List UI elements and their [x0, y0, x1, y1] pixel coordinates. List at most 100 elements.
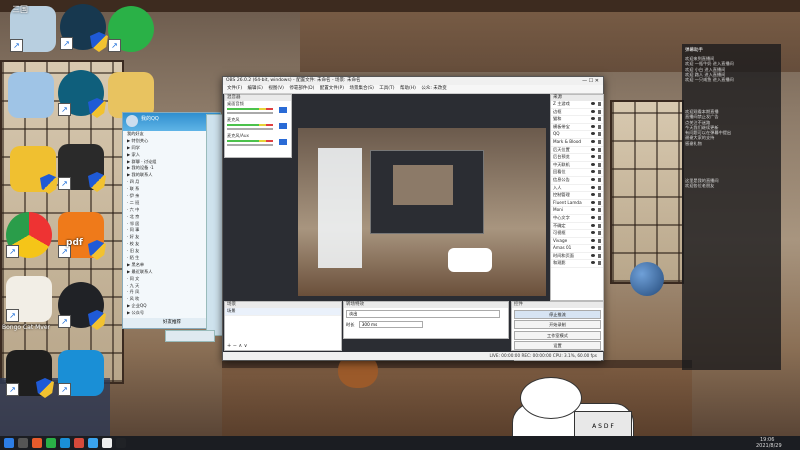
- app-icon[interactable]: [74, 438, 84, 448]
- wechat-taskbar-icon[interactable]: [46, 438, 56, 448]
- transition-select[interactable]: 淡出: [346, 310, 500, 318]
- volume-slider[interactable]: [227, 112, 273, 114]
- source-item[interactable]: 猫和: [551, 116, 603, 124]
- sources-list[interactable]: Z 主游戏 边框 猫和 横板带宝 QQ Mark & Blood 后天位置 后台预览 中天联机回…: [551, 101, 603, 269]
- source-item[interactable]: 后台预览: [551, 154, 603, 162]
- crescent-app-icon[interactable]: ↗: [6, 350, 54, 398]
- menu-profile[interactable]: 配置文件(P): [320, 86, 344, 91]
- edge-icon[interactable]: [60, 438, 70, 448]
- eye-icon[interactable]: [591, 253, 595, 257]
- lock-icon[interactable]: [598, 155, 601, 160]
- menu-view[interactable]: 视图(V): [268, 86, 284, 91]
- source-item[interactable]: 控制管理: [551, 192, 603, 200]
- lock-icon[interactable]: [598, 185, 601, 190]
- lock-icon[interactable]: [598, 215, 601, 220]
- eye-icon[interactable]: [591, 261, 595, 265]
- studio-mode-button[interactable]: 工作室模式: [514, 330, 601, 340]
- obs-taskbar-icon[interactable]: [102, 438, 112, 448]
- lock-icon[interactable]: [598, 109, 601, 114]
- lock-icon[interactable]: [598, 261, 601, 266]
- volume-slider[interactable]: [227, 144, 273, 146]
- search-icon[interactable]: [18, 438, 28, 448]
- source-item[interactable]: Amas 01: [551, 245, 603, 253]
- lock-icon[interactable]: [598, 117, 601, 122]
- preview-canvas[interactable]: [298, 128, 546, 296]
- menu-tools[interactable]: 工具(T): [379, 86, 394, 91]
- eye-icon[interactable]: [591, 200, 595, 204]
- obs-window[interactable]: OBS 26.0.2 (64-bit, windows) - 配置文件: 未命名…: [222, 76, 604, 361]
- pdf-app-icon[interactable]: ↗: [58, 212, 106, 260]
- source-item[interactable]: 横板带宝: [551, 124, 603, 132]
- file-icon[interactable]: [10, 146, 58, 194]
- wechat-icon[interactable]: ↗: [108, 6, 154, 52]
- window-controls[interactable]: — ☐ ✕: [582, 77, 599, 85]
- eye-icon[interactable]: [591, 147, 595, 151]
- lock-icon[interactable]: [598, 208, 601, 213]
- eye-icon[interactable]: [591, 139, 595, 143]
- eye-icon[interactable]: [591, 162, 595, 166]
- speaker-icon[interactable]: [279, 107, 287, 113]
- eye-icon[interactable]: [591, 215, 595, 219]
- start-icon[interactable]: [4, 438, 14, 448]
- lock-icon[interactable]: [598, 162, 601, 167]
- menu-edit[interactable]: 编辑(E): [248, 86, 263, 91]
- obs-icon[interactable]: ↗: [58, 282, 106, 330]
- start-recording-button[interactable]: 开始录制: [514, 320, 601, 329]
- volume-slider[interactable]: [227, 128, 273, 130]
- menu-extra[interactable]: 公众: 未改变: [421, 86, 446, 91]
- lock-icon[interactable]: [598, 124, 601, 129]
- scenes-footer-buttons[interactable]: + − ∧ ∨: [227, 343, 247, 349]
- lock-icon[interactable]: [598, 139, 601, 144]
- steam-icon[interactable]: ↗: [60, 4, 108, 52]
- eye-icon[interactable]: [591, 208, 595, 212]
- eye-icon[interactable]: [591, 193, 595, 197]
- lock-icon[interactable]: [598, 102, 601, 106]
- steam-taskbar-icon[interactable]: [116, 438, 126, 448]
- eye-icon[interactable]: [591, 155, 595, 159]
- menu-file[interactable]: 文件(F): [227, 86, 242, 91]
- lock-icon[interactable]: [598, 200, 601, 205]
- eye-icon[interactable]: [591, 231, 595, 235]
- source-item[interactable]: 可视框: [551, 230, 603, 238]
- source-item[interactable]: 和观影: [551, 260, 603, 269]
- chrome-icon[interactable]: ↗: [6, 212, 52, 258]
- eye-icon[interactable]: [591, 223, 595, 227]
- source-item[interactable]: 中心文字: [551, 215, 603, 223]
- eye-icon[interactable]: [591, 124, 595, 128]
- lock-icon[interactable]: [598, 147, 601, 152]
- source-item[interactable]: 回看位: [551, 169, 603, 177]
- speaker-icon[interactable]: [279, 139, 287, 145]
- clock-date[interactable]: 2021/8/29: [756, 443, 782, 449]
- source-item[interactable]: Z 主游戏: [551, 101, 603, 109]
- source-item[interactable]: 信息公告: [551, 177, 603, 185]
- eye-icon[interactable]: [591, 117, 595, 121]
- lock-icon[interactable]: [598, 132, 601, 137]
- lock-icon[interactable]: [598, 231, 601, 236]
- lock-icon[interactable]: [598, 170, 601, 175]
- qq-mini-bar[interactable]: [165, 330, 215, 342]
- scene-item[interactable]: 场景: [225, 308, 341, 316]
- steam-vr-icon[interactable]: ↗: [58, 70, 106, 118]
- lock-icon[interactable]: [598, 238, 601, 243]
- eye-icon[interactable]: [591, 109, 595, 113]
- eye-icon[interactable]: [591, 170, 595, 174]
- lock-icon[interactable]: [598, 246, 601, 251]
- stop-stream-button[interactable]: 停止推流: [514, 309, 601, 319]
- source-item[interactable]: Mark & Blood: [551, 139, 603, 147]
- eye-icon[interactable]: [591, 132, 595, 136]
- bongo-cat-icon[interactable]: ↗: [6, 276, 52, 322]
- source-item[interactable]: 不确定: [551, 223, 603, 231]
- source-item[interactable]: Vivage: [551, 238, 603, 246]
- source-item[interactable]: Moni: [551, 207, 603, 215]
- source-item[interactable]: 入人: [551, 185, 603, 193]
- menu-docks[interactable]: 停靠部件(D): [289, 86, 314, 91]
- lock-icon[interactable]: [598, 193, 601, 198]
- lock-icon[interactable]: [598, 223, 601, 228]
- duration-input[interactable]: 300 ms: [358, 321, 423, 328]
- lock-icon[interactable]: [598, 177, 601, 182]
- eye-icon[interactable]: [591, 246, 595, 250]
- settings-button[interactable]: 设置: [514, 341, 601, 350]
- source-item[interactable]: Fluent Lamda: [551, 200, 603, 208]
- avatar[interactable]: [126, 115, 138, 127]
- eye-icon[interactable]: [591, 238, 595, 242]
